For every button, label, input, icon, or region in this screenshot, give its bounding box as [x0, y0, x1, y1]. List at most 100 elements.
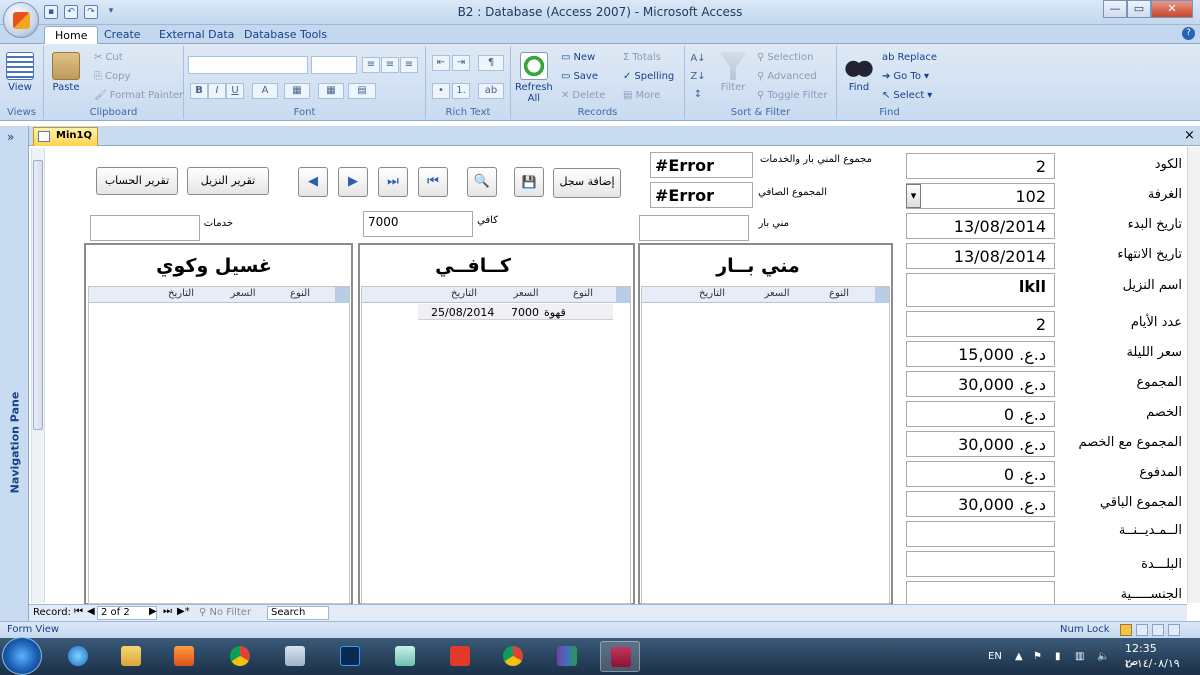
- layout-view-icon[interactable]: [1152, 624, 1164, 636]
- help-icon[interactable]: ?: [1182, 27, 1195, 40]
- new-record-button[interactable]: ▭ New: [561, 52, 595, 63]
- battery-icon[interactable]: ▮: [1055, 651, 1061, 662]
- align-right-icon[interactable]: ≡: [400, 57, 418, 73]
- text-direction-icon[interactable]: ¶: [478, 55, 504, 71]
- font-size-select[interactable]: [311, 56, 357, 74]
- field-input-12[interactable]: [906, 521, 1055, 547]
- sort-asc-icon[interactable]: A↓: [689, 52, 707, 68]
- first-record-icon[interactable]: ⏮: [418, 167, 448, 197]
- guest-report-button[interactable]: تقرير النزيل: [187, 167, 269, 195]
- find-button[interactable]: Find: [845, 52, 873, 93]
- last-record-nav-icon[interactable]: ⏭: [163, 606, 172, 617]
- paste-button[interactable]: Paste: [52, 52, 80, 93]
- taskbar-chrome-icon[interactable]: [220, 641, 260, 672]
- laundry-col-type[interactable]: النوع: [265, 288, 335, 299]
- clock-date[interactable]: ٢٠١٤/٠٨/١٩: [1125, 657, 1180, 670]
- save-record-button[interactable]: ▭ Save: [561, 71, 598, 82]
- cafe-input[interactable]: 7000: [363, 211, 473, 237]
- save-record-icon[interactable]: 💾: [514, 167, 544, 197]
- format-painter-button[interactable]: 🖌 Format Painter: [94, 90, 183, 101]
- field-input-0[interactable]: 2: [906, 153, 1055, 179]
- invoice-report-button[interactable]: تقرير الحساب: [96, 167, 178, 195]
- scrollbar-thumb[interactable]: [33, 160, 43, 430]
- field-input-8[interactable]: د.ع. 0: [906, 401, 1055, 427]
- add-record-button[interactable]: إضافة سجل: [553, 168, 621, 198]
- next-record-nav-icon[interactable]: ▶: [149, 606, 157, 617]
- refresh-all-button[interactable]: Refresh All: [515, 52, 553, 104]
- decrease-indent-icon[interactable]: ⇤: [432, 55, 450, 71]
- underline-button[interactable]: U: [226, 83, 244, 99]
- cafe-grid[interactable]: النوع السعر التاريخ قهوة 7000 25/08/2014: [361, 286, 631, 604]
- design-view-icon[interactable]: [1168, 624, 1180, 636]
- selection-button[interactable]: ⚲ Selection: [757, 52, 813, 63]
- sort-desc-icon[interactable]: Z↓: [689, 70, 707, 86]
- copy-button[interactable]: ⎘ Copy: [94, 71, 130, 82]
- taskbar-media-icon[interactable]: [164, 641, 204, 672]
- replace-button[interactable]: ab Replace: [882, 52, 937, 63]
- font-color-button[interactable]: A: [252, 83, 278, 99]
- field-input-5[interactable]: 2: [906, 311, 1055, 337]
- minibar-col-type[interactable]: النوع: [804, 288, 874, 299]
- select-button[interactable]: ↖ Select ▾: [882, 90, 932, 101]
- minibar-input[interactable]: [639, 215, 749, 241]
- highlight-icon[interactable]: ab: [478, 83, 504, 99]
- field-input-6[interactable]: د.ع. 15,000: [906, 341, 1055, 367]
- more-button[interactable]: ▤ More: [623, 90, 660, 101]
- first-record-nav-icon[interactable]: ⏮: [74, 606, 83, 617]
- network-icon[interactable]: ▥: [1075, 651, 1084, 662]
- delete-record-button[interactable]: ✕ Delete: [561, 90, 605, 101]
- close-button[interactable]: ✕: [1151, 0, 1193, 18]
- advanced-button[interactable]: ⚲ Advanced: [757, 71, 817, 82]
- field-input-13[interactable]: [906, 551, 1055, 577]
- laundry-col-price[interactable]: السعر: [222, 288, 264, 299]
- taskbar-photoshop-icon[interactable]: [330, 641, 370, 672]
- tab-database-tools[interactable]: Database Tools: [234, 26, 337, 44]
- increase-indent-icon[interactable]: ⇥: [452, 55, 470, 71]
- prev-record-icon[interactable]: ◀: [298, 167, 328, 197]
- font-name-select[interactable]: [188, 56, 308, 74]
- grid-select-all-icon[interactable]: [875, 287, 889, 303]
- form-view-icon[interactable]: [1120, 624, 1132, 636]
- taskbar-access-icon[interactable]: [600, 641, 640, 672]
- field-input-11[interactable]: د.ع. 30,000: [906, 491, 1055, 517]
- taskbar-chrome2-icon[interactable]: [493, 641, 533, 672]
- start-button[interactable]: [2, 637, 42, 675]
- cafe-col-price[interactable]: السعر: [505, 288, 547, 299]
- navigation-pane[interactable]: » Navigation Pane: [0, 126, 29, 624]
- record-position-input[interactable]: 2 of 2: [97, 606, 157, 620]
- flag-icon[interactable]: ⚑: [1033, 651, 1042, 662]
- cafe-col-date[interactable]: التاريخ: [424, 288, 504, 299]
- bold-button[interactable]: B: [190, 83, 208, 99]
- goto-button[interactable]: ➔ Go To ▾: [882, 71, 929, 82]
- taskbar-calculator-icon[interactable]: [275, 641, 315, 672]
- search-input[interactable]: Search: [267, 606, 329, 620]
- field-input-2[interactable]: 13/08/2014: [906, 213, 1055, 239]
- totals-button[interactable]: Σ Totals: [623, 52, 661, 63]
- prev-record-nav-icon[interactable]: ◀: [87, 606, 95, 617]
- field-input-4[interactable]: lkll: [906, 273, 1055, 307]
- taskbar-notes-icon[interactable]: [385, 641, 425, 672]
- clear-sort-icon[interactable]: ↕: [689, 88, 707, 104]
- spelling-button[interactable]: ✓ Spelling: [623, 71, 674, 82]
- bullets-icon[interactable]: •: [432, 83, 450, 99]
- document-tab-min1q[interactable]: Min1Q: [33, 127, 98, 146]
- tab-create[interactable]: Create: [94, 26, 151, 44]
- field-input-9[interactable]: د.ع. 30,000: [906, 431, 1055, 457]
- room-dropdown-icon[interactable]: ▾: [906, 184, 921, 208]
- expand-chevron-icon[interactable]: »: [7, 130, 14, 144]
- field-input-10[interactable]: د.ع. 0: [906, 461, 1055, 487]
- table-row[interactable]: قهوة 7000 25/08/2014: [418, 304, 613, 320]
- cut-button[interactable]: ✂ Cut: [94, 52, 123, 63]
- datasheet-view-icon[interactable]: [1136, 624, 1148, 636]
- taskbar-download-icon[interactable]: [440, 641, 480, 672]
- volume-icon[interactable]: 🔈: [1097, 651, 1109, 662]
- form-right-scrollbar[interactable]: [1187, 147, 1200, 603]
- toggle-filter-button[interactable]: ⚲ Toggle Filter: [757, 90, 827, 101]
- field-input-3[interactable]: 13/08/2014: [906, 243, 1055, 269]
- numbering-icon[interactable]: 1.: [452, 83, 470, 99]
- cafe-col-type[interactable]: النوع: [548, 288, 618, 299]
- align-center-icon[interactable]: ≡: [381, 57, 399, 73]
- taskbar-explorer-icon[interactable]: [111, 641, 151, 672]
- tab-external-data[interactable]: External Data: [149, 26, 244, 44]
- maximize-button[interactable]: ▭: [1127, 0, 1151, 18]
